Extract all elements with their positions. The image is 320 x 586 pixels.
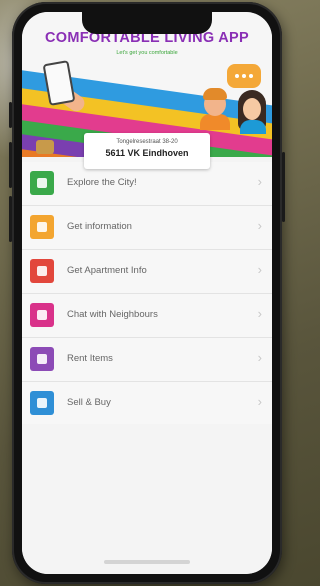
home-indicator[interactable] <box>104 560 190 564</box>
address-card: Tongelresestraat 38-20 5611 VK Eindhoven <box>84 133 210 169</box>
menu-item-label: Sell & Buy <box>67 397 111 408</box>
address-street: Tongelresestraat 38-20 <box>116 139 178 145</box>
main-menu: Explore the City! › Get information › Ge… <box>22 162 272 426</box>
phone-screen: COMFORTABLE LIVING APP Let's get you com… <box>22 12 272 574</box>
empty-content-area <box>22 424 272 574</box>
chevron-right-icon: › <box>257 174 262 189</box>
mute-switch <box>9 102 12 128</box>
menu-item-apartment-info[interactable]: Get Apartment Info › <box>22 250 272 294</box>
person-icon <box>30 347 54 371</box>
menu-item-chat-neighbours[interactable]: Chat with Neighbours › <box>22 294 272 338</box>
address-city: 5611 VK Eindhoven <box>105 148 189 158</box>
menu-item-label: Explore the City! <box>67 177 137 188</box>
chevron-right-icon: › <box>257 350 262 365</box>
menu-item-label: Chat with Neighbours <box>67 309 158 320</box>
speech-bubble-icon <box>227 64 261 88</box>
cart-icon <box>30 391 54 415</box>
volume-up-button <box>9 142 12 188</box>
phone-frame: COMFORTABLE LIVING APP Let's get you com… <box>9 2 285 584</box>
app-subtitle: Let's get you comfortable <box>116 50 178 56</box>
chat-icon <box>30 303 54 327</box>
volume-down-button <box>9 196 12 242</box>
house-icon <box>30 259 54 283</box>
man-illustration <box>198 88 230 130</box>
menu-item-label: Get Apartment Info <box>67 265 147 276</box>
box-illustration <box>36 140 54 154</box>
menu-item-sell-buy[interactable]: Sell & Buy › <box>22 382 272 426</box>
chevron-right-icon: › <box>257 218 262 233</box>
power-button <box>282 152 285 222</box>
woman-illustration <box>236 90 268 134</box>
chevron-right-icon: › <box>257 306 262 321</box>
menu-item-label: Get information <box>67 221 132 232</box>
city-icon <box>30 171 54 195</box>
info-icon <box>30 215 54 239</box>
chevron-right-icon: › <box>257 394 262 409</box>
chevron-right-icon: › <box>257 262 262 277</box>
notch <box>82 12 212 34</box>
menu-item-get-information[interactable]: Get information › <box>22 206 272 250</box>
menu-item-rent-items[interactable]: Rent Items › <box>22 338 272 382</box>
menu-item-label: Rent Items <box>67 353 113 364</box>
